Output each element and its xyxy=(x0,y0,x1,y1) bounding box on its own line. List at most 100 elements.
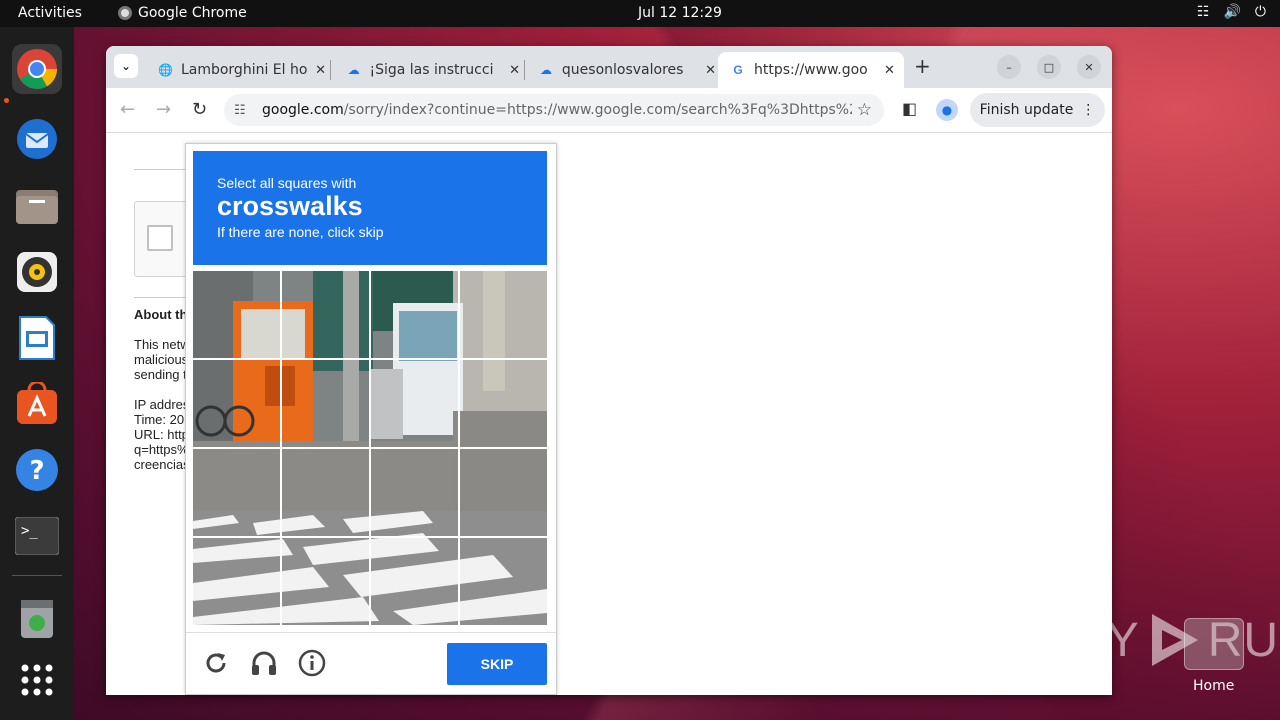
close-tab-icon[interactable]: ✕ xyxy=(509,63,520,78)
kebab-menu-icon: ⋮ xyxy=(1081,102,1096,118)
tab-siga[interactable]: ☁ ¡Siga las instrucci ✕ xyxy=(334,52,520,88)
image-tile-r2-c1[interactable] xyxy=(193,360,280,447)
image-tile-r3-c4[interactable] xyxy=(460,449,547,536)
tab-search-button[interactable]: ⌄ xyxy=(114,54,138,78)
terminal-icon[interactable]: >_ xyxy=(12,511,62,561)
image-tile-r4-c4[interactable] xyxy=(460,538,547,625)
svg-text:>_: >_ xyxy=(21,523,38,539)
tab-strip: ⌄ 🌐 Lamborghini El ho ✕ ☁ ¡Siga las inst… xyxy=(106,46,1112,88)
image-tile-r2-c2[interactable] xyxy=(282,360,369,447)
files-icon[interactable] xyxy=(12,181,62,231)
image-tile-r3-c1[interactable] xyxy=(193,449,280,536)
minimize-icon: – xyxy=(1006,60,1012,74)
image-tile-r2-c4[interactable] xyxy=(460,360,547,447)
reload-page-icon[interactable]: ↻ xyxy=(192,99,207,120)
power-icon: ⏻ xyxy=(1254,4,1266,20)
dock-separator xyxy=(12,575,62,576)
app-name: Google Chrome xyxy=(138,5,247,21)
show-apps-icon[interactable] xyxy=(12,655,62,705)
image-tile-r3-c3[interactable] xyxy=(371,449,458,536)
close-icon: ✕ xyxy=(1084,60,1094,74)
app-menu[interactable]: Google Chrome xyxy=(118,5,247,21)
rhythmbox-icon[interactable] xyxy=(12,247,62,297)
url-path: /sorry/index?continue=https://www.google… xyxy=(343,102,852,118)
profile-avatar-icon[interactable]: ● xyxy=(936,99,958,121)
volume-icon: 🔊 xyxy=(1223,4,1241,20)
tab-title: ¡Siga las instrucci xyxy=(369,62,494,78)
page-line: sending t xyxy=(134,367,187,382)
tab-separator xyxy=(524,60,525,80)
impress-icon[interactable] xyxy=(12,313,62,363)
challenge-target: crosswalks xyxy=(217,191,363,221)
site-info-icon[interactable]: ☷ xyxy=(234,103,262,118)
home-folder-icon[interactable] xyxy=(1184,618,1244,670)
download-cloud-icon: ☁ xyxy=(539,63,552,77)
audio-icon[interactable] xyxy=(250,649,278,677)
maximize-button[interactable]: □ xyxy=(1037,55,1061,79)
tab-google-active[interactable]: G https://www.goo ✕ xyxy=(718,52,904,88)
minimize-button[interactable]: – xyxy=(997,55,1021,79)
image-tile-r2-c3[interactable] xyxy=(371,360,458,447)
chevron-down-icon: ⌄ xyxy=(120,59,132,73)
top-bar: Activities Google Chrome Jul 12 12:29 ☷ … xyxy=(0,0,1280,27)
challenge-hint: If there are none, click skip xyxy=(217,224,384,240)
address-bar[interactable]: ☷ google.com/sorry/index?continue=https:… xyxy=(224,94,884,126)
image-tile-r1-c3[interactable] xyxy=(371,271,458,358)
tab-title: quesonlosvalores xyxy=(561,62,684,78)
about-heading: About th xyxy=(134,307,188,322)
grid-line xyxy=(193,536,547,538)
system-tray[interactable]: ☷ 🔊 ⏻ xyxy=(1197,4,1266,20)
tab-lamborghini[interactable]: 🌐 Lamborghini El ho ✕ xyxy=(146,52,326,88)
image-tile-r4-c3[interactable] xyxy=(371,538,458,625)
forward-icon[interactable]: → xyxy=(156,99,171,120)
chrome-dock-icon[interactable] xyxy=(12,44,62,94)
home-label[interactable]: Home xyxy=(1193,678,1234,694)
browser-toolbar: ← → ↻ ☷ google.com/sorry/index?continue=… xyxy=(106,88,1112,133)
side-panel-icon[interactable]: ◧ xyxy=(902,99,917,118)
image-tile-r4-c2[interactable] xyxy=(282,538,369,625)
image-tile-r4-c1[interactable] xyxy=(193,538,280,625)
network-icon: ☷ xyxy=(1196,4,1210,20)
new-tab-button[interactable]: + xyxy=(914,54,931,78)
svg-text:?: ? xyxy=(29,456,44,486)
finish-update-button[interactable]: Finish update ⋮ xyxy=(970,93,1105,127)
url-text: google.com/sorry/index?continue=https://… xyxy=(262,102,852,118)
tab-quesonlos[interactable]: ☁ quesonlosvalores ✕ xyxy=(526,52,716,88)
skip-button[interactable]: SKIP xyxy=(447,643,547,685)
thunderbird-icon[interactable] xyxy=(12,113,62,163)
software-icon[interactable] xyxy=(12,379,62,429)
download-cloud-icon: ☁ xyxy=(347,63,360,77)
trash-icon[interactable] xyxy=(12,593,62,643)
clock[interactable]: Jul 12 12:29 xyxy=(638,5,722,21)
page-line: IP addres xyxy=(134,397,190,412)
help-icon[interactable]: ? xyxy=(12,445,62,495)
page-line: creencias xyxy=(134,457,190,472)
image-tile-r1-c4[interactable] xyxy=(460,271,547,358)
finish-update-label: Finish update xyxy=(979,102,1074,118)
challenge-header: Select all squares with crosswalks If th… xyxy=(193,151,547,265)
google-icon: G xyxy=(733,63,743,77)
close-window-button[interactable]: ✕ xyxy=(1077,55,1101,79)
bookmark-star-icon[interactable]: ☆ xyxy=(857,100,872,120)
image-tile-r1-c1[interactable] xyxy=(193,271,280,358)
tab-title: Lamborghini El ho xyxy=(180,62,308,78)
page-line: Time: 20 xyxy=(134,412,185,427)
back-icon[interactable]: ← xyxy=(120,99,135,120)
page-line: URL: http xyxy=(134,427,189,442)
page-line: malicious xyxy=(134,352,189,367)
close-tab-icon[interactable]: ✕ xyxy=(315,63,326,78)
dock: ? >_ xyxy=(0,27,74,720)
close-tab-icon[interactable]: ✕ xyxy=(705,63,716,78)
info-icon[interactable] xyxy=(298,649,326,677)
recaptcha-checkbox[interactable] xyxy=(147,225,173,251)
active-indicator xyxy=(4,98,9,103)
tab-title: https://www.goo xyxy=(754,62,868,78)
close-tab-icon[interactable]: ✕ xyxy=(884,63,895,78)
grid-line xyxy=(193,447,547,449)
image-tile-r1-c2[interactable] xyxy=(282,271,369,358)
page-line: q=https% xyxy=(134,442,189,457)
image-tile-r3-c2[interactable] xyxy=(282,449,369,536)
reload-icon[interactable] xyxy=(202,649,230,677)
grid-line xyxy=(458,271,460,625)
activities-button[interactable]: Activities xyxy=(18,5,82,21)
